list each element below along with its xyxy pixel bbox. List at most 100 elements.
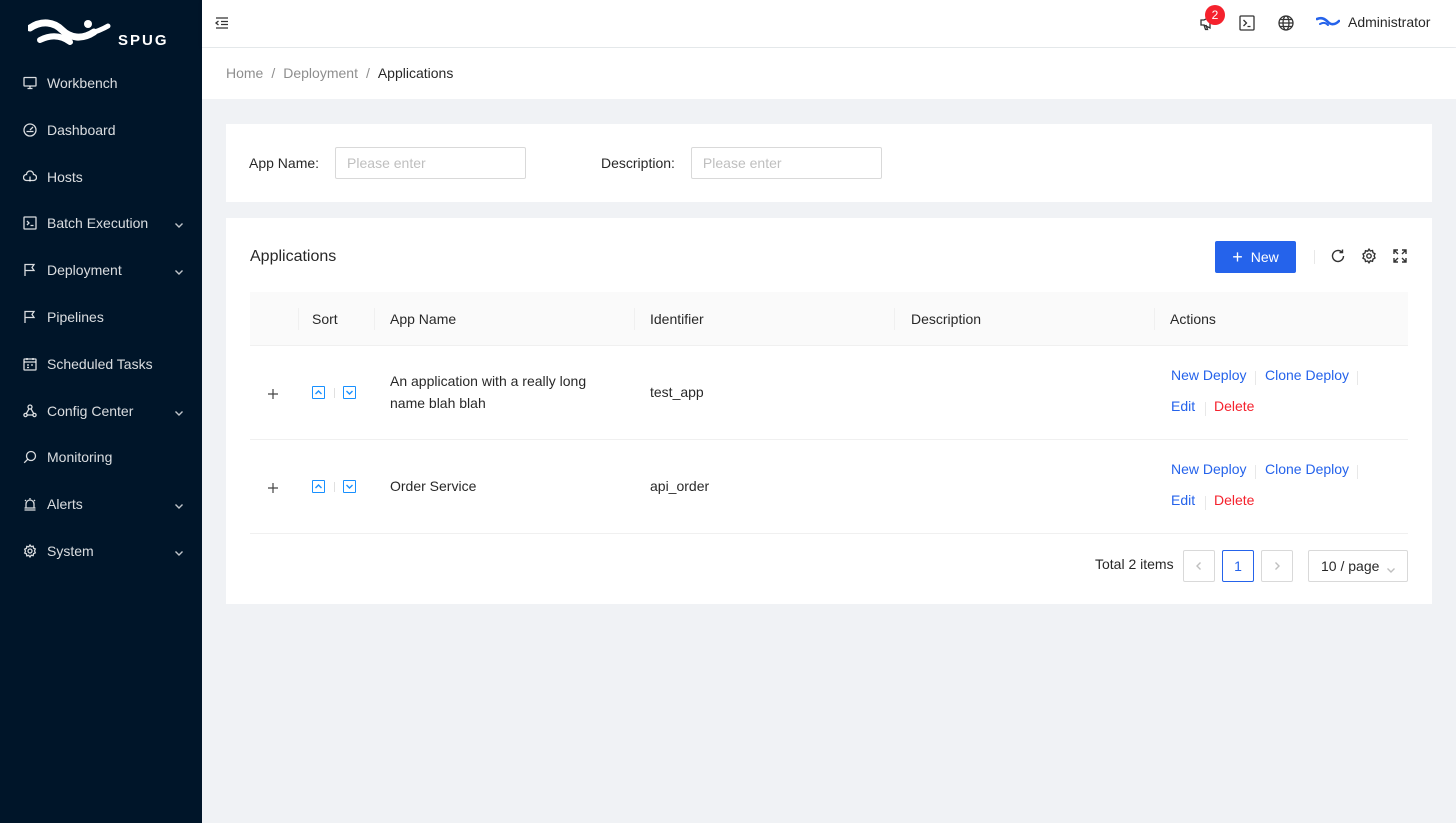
flag-outline-icon <box>23 310 37 324</box>
page-size-select[interactable]: 10 / page <box>1308 550 1408 582</box>
fullscreen-icon[interactable] <box>1392 248 1408 264</box>
column-separator <box>298 308 299 330</box>
sidebar-item-hosts[interactable]: Hosts <box>0 157 202 197</box>
sidebar-item-label: Alerts <box>47 496 83 513</box>
user-menu[interactable]: Administrator <box>1316 14 1430 30</box>
spug-logo[interactable]: SPUG <box>28 14 178 54</box>
chevron-down-icon <box>174 405 184 416</box>
chevron-down-icon <box>174 545 184 556</box>
identifier-cell: test_app <box>650 384 704 400</box>
clone-deploy-link[interactable]: Clone Deploy <box>1265 461 1349 477</box>
move-down-button[interactable] <box>343 480 356 493</box>
delete-link[interactable]: Delete <box>1214 398 1254 414</box>
clone-deploy-link[interactable]: Clone Deploy <box>1265 367 1349 383</box>
chevron-down-icon <box>346 484 353 489</box>
edit-link[interactable]: Edit <box>1171 398 1195 414</box>
column-separator <box>634 308 635 330</box>
new-app-button[interactable]: + New <box>1215 241 1296 273</box>
sidebar-item-pipelines[interactable]: Pipelines <box>0 297 202 337</box>
sidebar-item-config-center[interactable]: Config Center <box>0 391 202 431</box>
app-name-input[interactable] <box>335 147 527 179</box>
terminal-icon[interactable] <box>1238 14 1256 32</box>
action-divider <box>1205 496 1206 510</box>
globe-icon[interactable] <box>1277 14 1295 32</box>
new-deploy-link[interactable]: New Deploy <box>1171 461 1246 477</box>
notification-badge: 2 <box>1205 5 1225 25</box>
chevron-right-icon <box>1275 562 1280 570</box>
delete-link[interactable]: Delete <box>1214 492 1254 508</box>
spug-logo-icon <box>28 19 111 45</box>
plus-icon <box>268 483 278 493</box>
breadcrumb-current: Applications <box>377 65 454 81</box>
toolbar-divider <box>1314 250 1315 264</box>
brand-name: SPUG <box>118 32 169 49</box>
action-divider <box>1357 465 1358 479</box>
applications-card: Applications + New Sort App Name Identif… <box>226 218 1432 604</box>
sort-divider <box>334 388 335 398</box>
breadcrumb-deployment[interactable]: Deployment <box>283 65 358 81</box>
sidebar-item-label: Dashboard <box>47 121 116 138</box>
sidebar-item-monitoring[interactable]: Monitoring <box>0 437 202 477</box>
reload-icon[interactable] <box>1330 248 1346 264</box>
edit-link[interactable]: Edit <box>1171 492 1195 508</box>
sidebar-item-system[interactable]: System <box>0 531 202 571</box>
sidebar-item-workbench[interactable]: Workbench <box>0 63 202 103</box>
chevron-down-icon <box>174 264 184 276</box>
setting-icon <box>23 543 37 558</box>
move-up-button[interactable] <box>312 480 325 493</box>
expand-row-button[interactable] <box>265 386 281 402</box>
new-deploy-link[interactable]: New Deploy <box>1171 367 1246 383</box>
dashboard-icon <box>23 123 37 137</box>
sidebar-item-deployment[interactable]: Deployment <box>0 250 202 290</box>
flag-icon <box>23 263 37 277</box>
move-down-button[interactable] <box>343 386 356 399</box>
sidebar-item-label: Batch Execution <box>47 215 149 232</box>
menu-fold-icon[interactable] <box>214 15 230 31</box>
chevron-down-icon <box>174 498 184 510</box>
chevron-down-icon <box>1386 562 1396 573</box>
breadcrumb-separator: / <box>365 65 370 81</box>
sidebar-item-dashboard[interactable]: Dashboard <box>0 110 202 150</box>
sidebar-item-label: Hosts <box>47 168 83 185</box>
description-label: Description: <box>601 155 675 171</box>
table-row: Order Service api_order New Deploy Clone… <box>250 440 1408 534</box>
cloud-server-icon <box>23 169 37 184</box>
expand-row-button[interactable] <box>265 480 281 496</box>
sidebar-item-label: Pipelines <box>47 308 104 325</box>
app-name-line: An application with a really long <box>390 373 587 389</box>
page-size-value: 10 / page <box>1321 558 1380 574</box>
card-title: Applications <box>250 248 337 265</box>
action-divider <box>1205 402 1206 416</box>
username: Administrator <box>1348 14 1431 30</box>
top-header: 2 Administrator <box>202 0 1456 47</box>
breadcrumb-home[interactable]: Home <box>226 65 263 81</box>
description-input[interactable] <box>690 147 882 179</box>
sidebar-item-scheduled-tasks[interactable]: Scheduled Tasks <box>0 344 202 384</box>
column-app-name: App Name <box>390 311 457 327</box>
sidebar-item-batch-execution[interactable]: Batch Execution <box>0 203 202 243</box>
action-divider <box>1255 465 1256 479</box>
plus-icon: + <box>1232 247 1243 267</box>
sidebar-item-alerts[interactable]: Alerts <box>0 484 202 524</box>
pagination-total: Total 2 items <box>1095 556 1174 572</box>
table-row: An application with a really long name b… <box>250 346 1408 440</box>
column-separator <box>894 308 895 330</box>
sidebar-menu: Workbench Dashboard Hosts Batch Executio… <box>0 63 202 578</box>
avatar <box>1316 16 1340 26</box>
app-name-field: App Name: <box>249 147 527 179</box>
next-page-button[interactable] <box>1261 550 1293 582</box>
move-up-button[interactable] <box>312 386 325 399</box>
column-separator <box>1154 308 1155 330</box>
app-name-line: name blah blah <box>390 395 486 411</box>
prev-page-button[interactable] <box>1183 550 1215 582</box>
desktop-icon <box>23 76 37 90</box>
breadcrumb-bar: Home / Deployment / Applications <box>202 48 1456 99</box>
app-name-cell: Order Service <box>390 475 610 497</box>
app-name-cell: An application with a really long name b… <box>390 370 610 414</box>
column-setting-icon[interactable] <box>1361 247 1377 265</box>
chevron-up-icon <box>315 390 322 395</box>
page-1-button[interactable]: 1 <box>1222 550 1254 582</box>
chevron-up-icon <box>315 484 322 489</box>
table-header: Sort App Name Identifier Description Act… <box>250 292 1408 346</box>
column-separator <box>374 308 375 330</box>
